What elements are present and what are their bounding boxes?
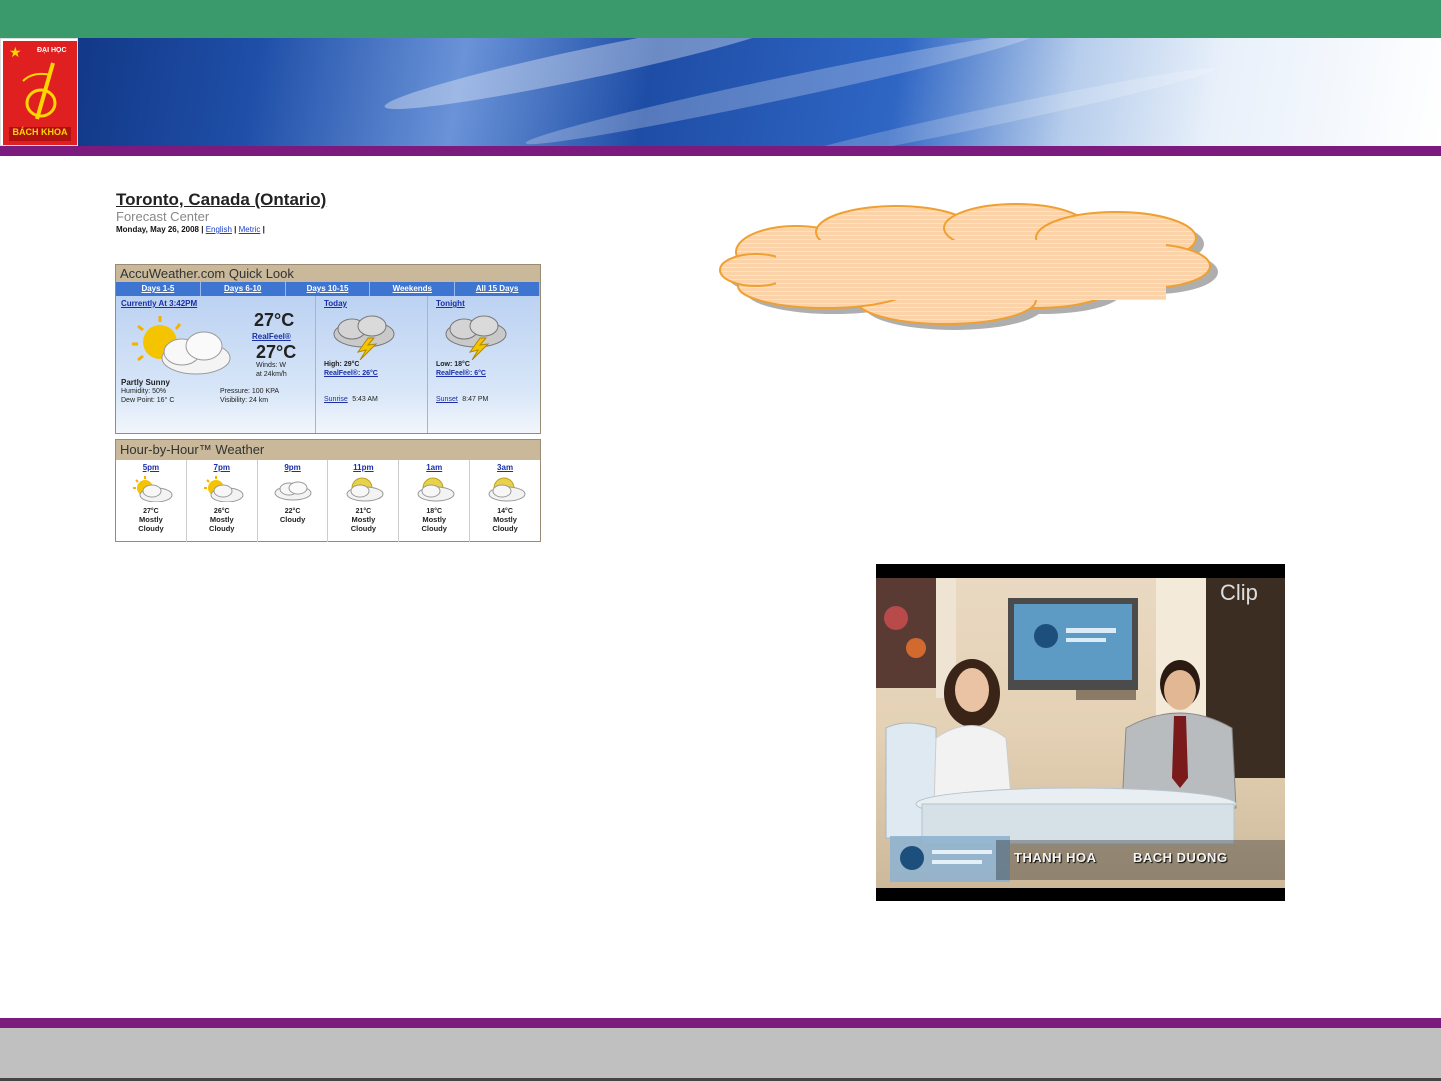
hour-condition-2: Cloudy xyxy=(492,524,518,533)
tonight-realfeel[interactable]: RealFeel®: 6°C xyxy=(436,370,486,377)
video-frame: Clip THANH HOA BACH DUONG xyxy=(876,578,1285,888)
hour-time-link[interactable]: 11pm xyxy=(328,463,398,472)
sunrise-time: 5:43 AM xyxy=(352,396,378,403)
cloud-icon xyxy=(270,476,316,502)
header-banner xyxy=(0,38,1441,146)
tab-weekends[interactable]: Weekends xyxy=(370,282,456,296)
tonight-low: Low: 18°C xyxy=(436,361,470,368)
video-letterbox xyxy=(876,888,1285,901)
top-bar xyxy=(0,0,1441,38)
cloud-callout xyxy=(719,203,1218,330)
hour-condition-2: Cloudy xyxy=(209,524,235,533)
hour-column: 9pm 22°C Cloudy xyxy=(258,460,329,542)
current-condition: Partly Sunny xyxy=(121,378,170,387)
hour-temp: 26°C xyxy=(213,508,230,515)
hour-condition-2: Cloudy xyxy=(138,524,164,533)
tab-days-6-10[interactable]: Days 6-10 xyxy=(201,282,286,296)
hour-condition-1: Mostly xyxy=(422,515,447,524)
weather-location-title[interactable]: Toronto, Canada (Ontario) xyxy=(116,190,326,210)
sunset-time: 8:47 PM xyxy=(462,396,489,403)
hour-temp: 14°C xyxy=(497,508,513,515)
hour-time-link[interactable]: 5pm xyxy=(116,463,186,472)
tab-days-10-15[interactable]: Days 10-15 xyxy=(286,282,371,296)
sunset-link[interactable]: Sunset xyxy=(436,396,458,403)
hour-column: 7pm 26°C Mostly Cloudy xyxy=(187,460,258,542)
partly-sunny-icon xyxy=(128,476,174,503)
hour-condition-1: Mostly xyxy=(139,515,163,524)
hour-temp: 22°C xyxy=(284,508,301,515)
hour-temp: 18°C xyxy=(426,508,443,515)
current-wind-speed: at 24km/h xyxy=(256,371,287,378)
news-studio-scene xyxy=(876,578,1285,882)
night-cloud-icon xyxy=(482,476,528,502)
hour-condition-1: Mostly xyxy=(351,515,376,524)
presenter-right-name: BACH DUONG xyxy=(1133,850,1228,865)
video-player[interactable]: Clip THANH HOA BACH DUONG xyxy=(876,564,1285,901)
sunrise-link[interactable]: Sunrise xyxy=(324,396,348,403)
night-cloud-icon xyxy=(340,476,386,502)
hour-time-link[interactable]: 7pm xyxy=(187,463,257,472)
hour-condition-1: Cloudy xyxy=(279,515,306,524)
accent-bar-bottom xyxy=(0,1018,1441,1028)
current-realfeel-temp: 27°C xyxy=(256,342,297,362)
hour-column: 5pm 27°C Mostly Cloudy xyxy=(116,460,187,542)
hour-by-hour-heading: Hour-by-Hour™ Weather xyxy=(116,440,540,460)
today-realfeel[interactable]: RealFeel®: 26°C xyxy=(324,370,378,377)
hour-by-hour-panel: Hour-by-Hour™ Weather 5pm 27°C Mostly Cloud… xyxy=(115,439,541,542)
presenter-left-name: THANH HOA xyxy=(1014,850,1097,865)
night-cloud-icon xyxy=(411,476,457,502)
thunderstorm-icon xyxy=(445,315,507,360)
clip-logo: Clip xyxy=(1220,580,1258,605)
today-forecast: Today High: 29°C RealFeel®: 26°C Sunrise… xyxy=(316,296,428,433)
today-high: High: 29°C xyxy=(324,361,360,368)
hour-temp: 21°C xyxy=(355,508,372,515)
partly-sunny-icon xyxy=(199,476,245,503)
current-pressure: Pressure: 100 KPA xyxy=(220,388,280,395)
tab-days-1-5[interactable]: Days 1-5 xyxy=(116,282,201,296)
hour-condition-1: Mostly xyxy=(493,515,517,524)
hour-temp: 27°C xyxy=(143,508,159,515)
hour-condition-2: Cloudy xyxy=(350,524,377,533)
hour-time-link[interactable]: 9pm xyxy=(258,463,328,472)
hour-column: 3am 14°C Mostly Cloudy xyxy=(470,460,540,542)
current-winds: Winds: W xyxy=(256,362,286,369)
quick-look-tabs: Days 1-5 Days 6-10 Days 10-15 Weekends A… xyxy=(116,282,540,296)
hour-column: 11pm 21°C Mostly Cloudy xyxy=(328,460,400,542)
hour-time-link[interactable]: 1am xyxy=(399,463,469,472)
accent-bar-top xyxy=(0,146,1441,156)
current-visibility: Visibility: 24 km xyxy=(220,397,269,404)
slide: ★ ĐẠI HỌC BÁCH KHOA Toronto, Canada (Ont… xyxy=(0,0,1441,1081)
weather-subtitle: Forecast Center xyxy=(116,209,210,224)
current-humidity: Humidity: 50% xyxy=(121,388,167,395)
tonight-link[interactable]: Tonight xyxy=(436,299,465,308)
quick-look-panel: AccuWeather.com Quick Look Days 1-5 Days… xyxy=(115,264,541,434)
current-temp: 27°C xyxy=(254,310,295,330)
hour-time-link[interactable]: 3am xyxy=(470,463,540,472)
logo-bottom-text: BÁCH KHOA xyxy=(9,127,71,141)
english-link[interactable]: English xyxy=(206,225,232,234)
current-dew-point: Dew Point: 16° C xyxy=(121,397,175,404)
weather-widget: Toronto, Canada (Ontario) Forecast Cente… xyxy=(112,188,542,542)
metric-link[interactable]: Metric xyxy=(239,225,261,234)
hour-condition-2: Cloudy xyxy=(421,524,447,533)
today-link[interactable]: Today xyxy=(324,299,347,308)
current-conditions: Currently At 3:42PM 27°C RealFeel® 27°C … xyxy=(116,296,316,433)
weather-date-line: Monday, May 26, 2008 | English | Metric … xyxy=(116,225,265,234)
university-logo: ★ ĐẠI HỌC BÁCH KHOA xyxy=(0,38,78,146)
hour-condition-1: Mostly xyxy=(209,515,234,524)
weather-date: Monday, May 26, 2008 xyxy=(116,225,199,234)
current-time-link[interactable]: Currently At 3:42PM xyxy=(121,299,197,308)
current-realfeel-link[interactable]: RealFeel® xyxy=(252,332,291,341)
tab-all-15-days[interactable]: All 15 Days xyxy=(455,282,540,296)
quick-look-heading: AccuWeather.com Quick Look xyxy=(116,265,540,282)
hour-column: 1am 18°C Mostly Cloudy xyxy=(399,460,471,542)
thunderstorm-icon xyxy=(333,315,395,360)
partly-sunny-icon xyxy=(132,316,231,375)
tonight-forecast: Tonight Low: 18°C RealFeel®: 6°C Sunset … xyxy=(428,296,541,433)
footer-bar xyxy=(0,1028,1441,1078)
